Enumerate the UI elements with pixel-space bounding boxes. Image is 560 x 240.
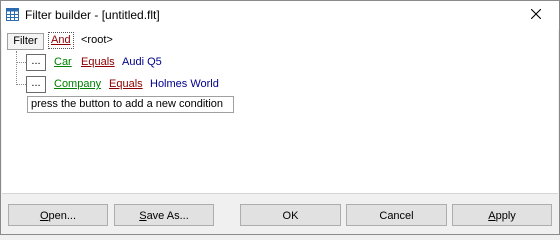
- open-button-mnemonic: O: [39, 210, 49, 222]
- apply-button-mnemonic: A: [488, 210, 496, 222]
- condition-menu-button[interactable]: ...: [26, 54, 46, 71]
- filter-editor: Filter And <root> ... Car Equals Audi Q5…: [2, 30, 558, 194]
- condition-operator-link[interactable]: Equals: [81, 55, 115, 70]
- grid-icon: [6, 8, 19, 21]
- close-button[interactable]: [513, 1, 559, 30]
- close-icon: [530, 8, 542, 22]
- filter-builder-dialog: Filter builder - [untitled.flt] Filter A…: [0, 0, 560, 235]
- root-label: <root>: [81, 34, 113, 46]
- window-title: Filter builder - [untitled.flt]: [25, 8, 160, 22]
- group-operator-link[interactable]: And: [48, 32, 74, 49]
- condition-menu-button[interactable]: ...: [26, 76, 46, 93]
- condition-value[interactable]: Audi Q5: [122, 55, 162, 70]
- apply-button-label: pply: [495, 210, 516, 222]
- cancel-button[interactable]: Cancel: [346, 204, 447, 226]
- condition-operator-link[interactable]: Equals: [109, 77, 143, 92]
- condition-field-link[interactable]: Company: [54, 77, 101, 92]
- tree-connector: [16, 84, 26, 85]
- save-as-button-label: ave As...: [146, 210, 189, 222]
- condition-value[interactable]: Holmes World: [150, 77, 219, 92]
- add-condition-button[interactable]: press the button to add a new condition: [27, 96, 234, 113]
- apply-button[interactable]: Apply: [452, 204, 552, 226]
- open-button[interactable]: Open...: [8, 204, 108, 226]
- ok-button[interactable]: OK: [240, 204, 341, 226]
- save-as-button[interactable]: Save As...: [114, 204, 214, 226]
- save-as-button-mnemonic: S: [139, 210, 147, 222]
- condition-field-link[interactable]: Car: [54, 55, 72, 70]
- filter-root-button[interactable]: Filter: [7, 33, 44, 50]
- open-button-label: pen...: [48, 210, 77, 222]
- tree-connector: [16, 62, 26, 63]
- title-bar: Filter builder - [untitled.flt]: [1, 1, 559, 30]
- tree-connector: [16, 51, 17, 85]
